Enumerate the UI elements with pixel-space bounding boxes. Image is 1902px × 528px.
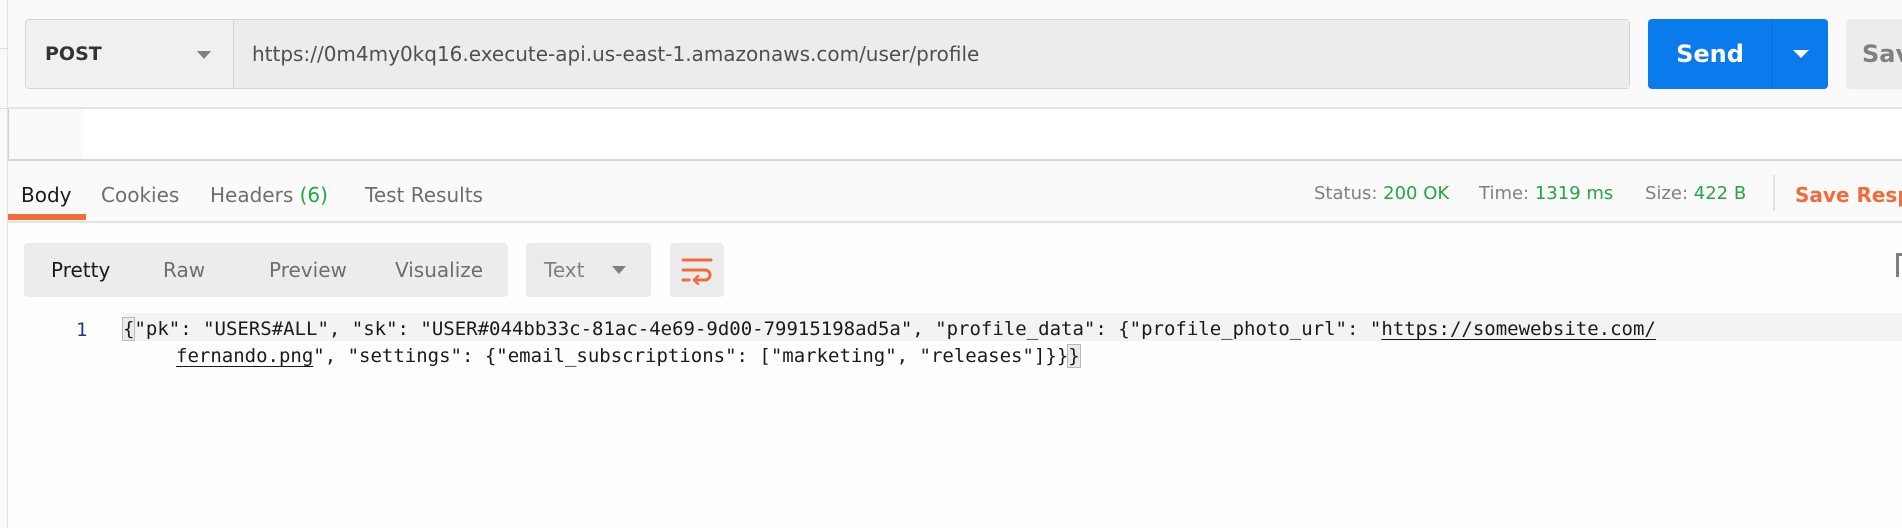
size-value: 422 B: [1693, 183, 1747, 204]
save-button[interactable]: Save: [1846, 19, 1902, 89]
response-tabs-bar: Body Cookies Headers (6) Test Results St…: [8, 163, 1902, 223]
matching-bracket: {: [121, 317, 136, 341]
send-button[interactable]: Send: [1648, 19, 1773, 89]
response-body: Pretty Raw Preview Visualize Text 1 {"pk…: [8, 225, 1902, 528]
status-label: Status:: [1314, 183, 1378, 204]
code-text: "pk": "USERS#ALL", "sk": "USER#044bb33c-…: [134, 318, 1382, 340]
code-line-wrapped: fernando.png", "settings": {"email_subsc…: [176, 344, 1081, 368]
edge-divider: [0, 48, 8, 49]
url-input[interactable]: [234, 20, 1629, 88]
active-tab-indicator: [8, 214, 86, 220]
chevron-down-icon: [612, 266, 626, 274]
format-label: Text: [544, 258, 585, 282]
caret-down-icon: [1792, 50, 1809, 58]
code-text: ", "settings": {"email_subscriptions": […: [313, 345, 1069, 367]
sidebar-edge: [0, 0, 8, 528]
view-mode-visualize[interactable]: Visualize: [395, 258, 483, 282]
tab-test-results[interactable]: Test Results: [365, 183, 483, 207]
code-line: {"pk": "USERS#ALL", "sk": "USER#044bb33c…: [121, 313, 1902, 341]
copy-icon[interactable]: [1896, 253, 1902, 277]
size-readout: Size: 422 B: [1645, 183, 1746, 204]
url-link[interactable]: https://somewebsite.com/: [1381, 318, 1656, 340]
tab-cookies[interactable]: Cookies: [101, 183, 179, 207]
size-label: Size:: [1645, 183, 1689, 204]
divider: [1773, 175, 1775, 211]
tab-body[interactable]: Body: [21, 183, 72, 207]
method-select[interactable]: POST: [26, 20, 234, 88]
time-value: 1319 ms: [1534, 183, 1614, 204]
headers-count: (6): [299, 183, 328, 207]
status-readout: Status: 200 OK: [1314, 183, 1449, 204]
url-link[interactable]: fernando.png: [176, 345, 313, 367]
time-label: Time:: [1479, 183, 1530, 204]
matching-bracket: }: [1067, 344, 1081, 368]
edge-divider: [0, 108, 8, 109]
view-mode-selector: Pretty Raw Preview Visualize: [24, 243, 508, 297]
view-mode-pretty[interactable]: Pretty: [51, 258, 110, 282]
tab-headers-label: Headers: [210, 183, 294, 207]
wrap-lines-button[interactable]: [670, 243, 724, 297]
save-response-button[interactable]: Save Response: [1795, 183, 1902, 207]
format-select[interactable]: Text: [526, 243, 651, 297]
status-value: 200 OK: [1383, 183, 1450, 204]
send-options-button[interactable]: [1773, 19, 1828, 89]
line-number: 1: [76, 319, 88, 341]
view-mode-preview[interactable]: Preview: [269, 258, 347, 282]
tab-headers[interactable]: Headers (6): [210, 183, 328, 207]
chevron-down-icon: [197, 51, 211, 59]
method-label: POST: [45, 43, 102, 65]
wrap-lines-icon: [681, 258, 713, 285]
send-button-group: Send: [1648, 19, 1828, 89]
time-readout: Time: 1319 ms: [1479, 183, 1613, 204]
request-options-area: [8, 109, 1902, 161]
request-url-bar: POST: [25, 19, 1630, 89]
view-mode-raw[interactable]: Raw: [163, 258, 205, 282]
